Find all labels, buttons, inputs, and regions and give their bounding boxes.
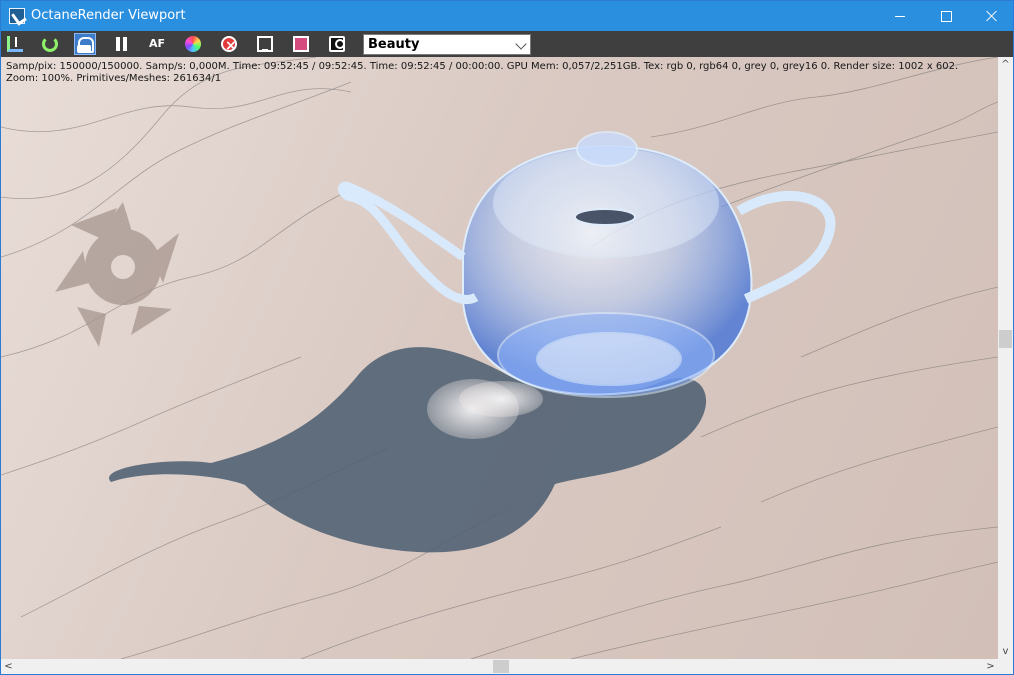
rendered-scene bbox=[1, 57, 998, 659]
color-picker-icon[interactable] bbox=[182, 33, 204, 55]
vertical-scroll-thumb[interactable] bbox=[999, 330, 1012, 348]
film-icon[interactable] bbox=[290, 33, 312, 55]
refresh-icon[interactable] bbox=[39, 33, 61, 55]
render-zoom-line: Zoom: 100%. Primitives/Meshes: 261634/1 bbox=[6, 73, 222, 84]
camera-icon[interactable] bbox=[326, 33, 348, 55]
horizontal-scroll-thumb[interactable] bbox=[493, 660, 509, 673]
maximize-button[interactable] bbox=[923, 1, 969, 31]
window-title: OctaneRender Viewport bbox=[31, 8, 186, 23]
scroll-corner bbox=[998, 659, 1013, 674]
import-icon[interactable] bbox=[4, 33, 26, 55]
vertical-scrollbar[interactable]: ^ v bbox=[998, 57, 1013, 659]
close-button[interactable] bbox=[969, 1, 1014, 31]
scroll-down-icon[interactable]: v bbox=[998, 644, 1013, 659]
horizontal-scrollbar[interactable]: < > bbox=[1, 659, 998, 674]
lock-icon[interactable] bbox=[74, 33, 96, 55]
render-stats-line: Samp/pix: 150000/150000. Samp/s: 0,000M.… bbox=[6, 61, 959, 72]
render-viewport[interactable]: Samp/pix: 150000/150000. Samp/s: 0,000M.… bbox=[1, 57, 998, 659]
title-bar[interactable]: OctaneRender Viewport bbox=[1, 1, 1013, 31]
octane-render-viewport-window: OctaneRender Viewport AF Beauty bbox=[0, 0, 1014, 675]
autofocus-icon[interactable]: AF bbox=[146, 33, 168, 55]
scroll-right-icon[interactable]: > bbox=[983, 659, 998, 674]
minimize-button[interactable] bbox=[877, 1, 923, 31]
scroll-left-icon[interactable]: < bbox=[1, 659, 16, 674]
render-pass-value: Beauty bbox=[368, 37, 420, 52]
stop-region-icon[interactable] bbox=[218, 33, 240, 57]
octane-app-icon bbox=[9, 8, 25, 24]
render-pass-select[interactable]: Beauty bbox=[363, 34, 531, 55]
display-icon[interactable] bbox=[254, 33, 276, 55]
scroll-up-icon[interactable]: ^ bbox=[998, 57, 1013, 72]
pause-icon[interactable] bbox=[110, 33, 132, 55]
chevron-down-icon bbox=[515, 38, 527, 50]
